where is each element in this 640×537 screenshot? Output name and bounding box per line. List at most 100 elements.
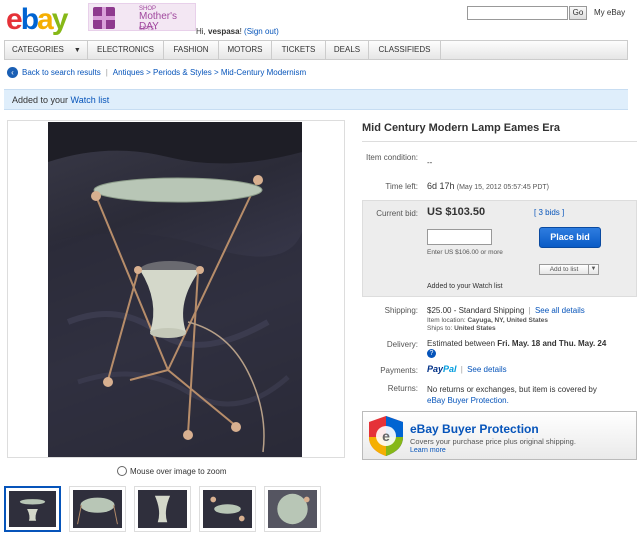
payments-label: Payments: <box>380 366 418 375</box>
ebay-logo[interactable]: ebay <box>6 3 69 37</box>
paypal-logo: PayPal <box>427 364 457 374</box>
returns-text: No returns or exchanges, but item is cov… <box>427 385 597 394</box>
category-path-link[interactable]: Antiques > Periods & Styles > Mid-Centur… <box>113 68 306 77</box>
chevron-down-icon: ▼ <box>590 266 597 272</box>
bid-hint: Enter US $106.00 or more <box>427 249 503 256</box>
thumbnail-strip <box>4 486 321 532</box>
paypal-logo-pay: Pay <box>427 364 444 374</box>
nav-categories[interactable]: CATEGORIES ▼ <box>5 41 88 59</box>
greeting-prefix: Hi, <box>196 27 208 36</box>
thumbnail-image <box>203 490 252 528</box>
breadcrumb-separator: | <box>105 68 108 77</box>
returns-label: Returns: <box>387 384 418 393</box>
shipping-separator: | <box>528 306 531 315</box>
main-image-frame[interactable] <box>7 120 345 458</box>
thumbnail-image <box>9 491 56 527</box>
thumbnail-5[interactable] <box>264 486 321 532</box>
gift-icon <box>93 7 115 29</box>
zoom-text: Mouse over image to zoom <box>130 466 227 476</box>
ships-to-label: Ships to: <box>427 325 455 332</box>
promo-line-3: GIFTS › <box>139 26 157 32</box>
lamp-photo[interactable] <box>48 122 302 457</box>
logo-letter-e: e <box>6 3 23 36</box>
bid-amount-input[interactable] <box>427 229 492 245</box>
nav-categories-label: CATEGORIES <box>12 45 64 54</box>
protection-title: eBay Buyer Protection <box>410 422 539 436</box>
delivery-dates: Fri. May. 18 and Thu. May. 24 <box>497 339 607 348</box>
greeting: Hi, vespasa! (Sign out) <box>196 27 279 36</box>
item-location-value: Cayuga, NY, United States <box>467 317 549 324</box>
paypal-logo-pal: Pal <box>443 364 457 374</box>
time-left-countdown: 6d 17h <box>427 181 455 191</box>
sign-out-link[interactable]: (Sign out) <box>244 27 279 36</box>
item-title: Mid Century Modern Lamp Eames Era <box>362 122 561 134</box>
zoom-hint: Mouse over image to zoom <box>117 466 227 476</box>
bid-count-link[interactable]: [ 3 bids ] <box>534 208 564 217</box>
watch-list-banner: Added to your Watch list <box>4 89 628 110</box>
nav-deals[interactable]: DEALS <box>326 41 369 59</box>
info-icon[interactable]: ? <box>427 349 436 358</box>
shipping-label: Shipping: <box>384 306 418 315</box>
add-to-list-button[interactable]: Add to list ▼ <box>539 264 599 275</box>
delivery-value: Estimated between Fri. May. 18 and Thu. … <box>427 339 637 348</box>
item-location: Item location: Cayuga, NY, United States <box>427 317 548 324</box>
title-divider <box>362 141 637 142</box>
go-button[interactable]: Go <box>569 6 587 20</box>
banner-text: Added to your <box>12 95 71 105</box>
ships-to: Ships to: United States <box>427 325 496 332</box>
thumbnail-image <box>268 490 317 528</box>
condition-value: -- <box>427 158 433 167</box>
logo-letter-y: y <box>51 3 69 36</box>
watch-list-link[interactable]: Watch list <box>71 95 110 105</box>
shield-icon: e <box>369 416 403 456</box>
shipping-value: $25.00 - Standard Shipping | See all det… <box>427 306 585 315</box>
payment-details-link[interactable]: See details <box>467 365 507 374</box>
logo-letter-b: b <box>20 3 39 36</box>
svg-text:e: e <box>382 428 390 444</box>
nav-tickets[interactable]: TICKETS <box>272 41 326 59</box>
logo-letter-a: a <box>37 3 54 36</box>
returns-value: No returns or exchanges, but item is cov… <box>427 384 635 406</box>
nav-fashion[interactable]: FASHION <box>164 41 219 59</box>
place-bid-button[interactable]: Place bid <box>539 227 601 248</box>
nav-motors[interactable]: MOTORS <box>219 41 272 59</box>
header: ebay SHOP Mother's DAY GIFTS › Hi, vespa… <box>0 0 640 38</box>
search-input[interactable] <box>467 6 568 20</box>
thumbnail-2[interactable] <box>69 486 126 532</box>
thumbnail-3[interactable] <box>134 486 191 532</box>
ships-to-value: United States <box>454 325 496 332</box>
back-to-search-link[interactable]: Back to search results <box>22 68 101 77</box>
time-left-detail: (May 15, 2012 05:57:45 PDT) <box>456 184 549 191</box>
payments-separator: | <box>460 365 463 374</box>
time-left-value: 6d 17h (May 15, 2012 05:57:45 PDT) <box>427 181 549 191</box>
nav-classifieds[interactable]: CLASSIFIEDS <box>369 41 441 59</box>
delivery-label: Delivery: <box>386 340 418 349</box>
delivery-prefix: Estimated between <box>427 339 498 348</box>
lamp-illustration <box>48 122 302 457</box>
learn-more-link[interactable]: Learn more <box>410 447 446 454</box>
add-to-list-label: Add to list <box>540 265 589 274</box>
buyer-protection-link[interactable]: eBay Buyer Protection. <box>427 396 509 405</box>
protection-subtitle: Covers your purchase price plus original… <box>410 437 576 446</box>
mothers-day-promo[interactable]: SHOP Mother's DAY GIFTS › <box>88 3 196 32</box>
thumbnail-image <box>73 490 122 528</box>
my-ebay-link[interactable]: My eBay <box>594 8 625 17</box>
condition-label: Item condition: <box>365 153 418 162</box>
category-nav: CATEGORIES ▼ ELECTRONICS FASHION MOTORS T… <box>4 40 628 60</box>
shipping-details-link[interactable]: See all details <box>535 306 585 315</box>
back-arrow-icon[interactable]: ‹ <box>7 67 18 78</box>
thumbnail-4[interactable] <box>199 486 256 532</box>
thumbnail-image <box>138 490 187 528</box>
buyer-protection-banner[interactable]: e eBay Buyer Protection Covers your purc… <box>362 411 637 460</box>
thumbnail-1[interactable] <box>4 486 61 532</box>
item-location-label: Item location: <box>427 317 468 324</box>
time-left-label: Time left: <box>385 182 418 191</box>
nav-electronics[interactable]: ELECTRONICS <box>88 41 164 59</box>
payments-value: PayPal | See details <box>427 364 507 374</box>
magnifier-icon <box>117 466 127 476</box>
shipping-cost: $25.00 <box>427 306 452 315</box>
breadcrumb: ‹ Back to search results | Antiques > Pe… <box>7 67 306 78</box>
current-bid-price: US $103.50 <box>427 206 486 218</box>
shipping-method: - Standard Shipping <box>451 306 525 315</box>
username: vespasa <box>208 27 240 36</box>
